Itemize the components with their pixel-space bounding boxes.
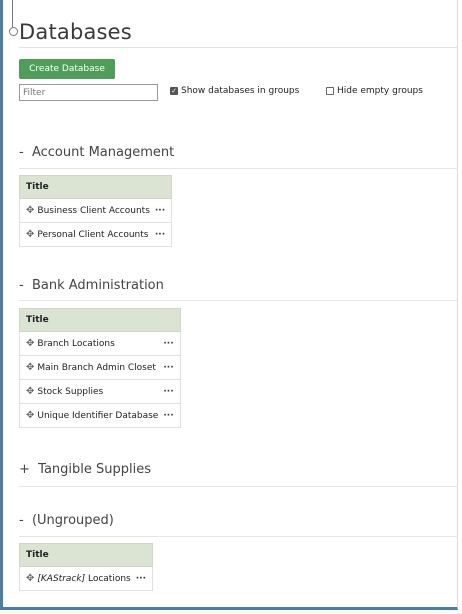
table-row[interactable]: ✥ [KAStrack] Locations ··· (19, 566, 153, 591)
database-title[interactable]: Unique Identifier Database (37, 411, 158, 421)
group-name: Account Management (31, 145, 175, 160)
create-database-button[interactable]: Create Database (19, 59, 115, 79)
group-toggle[interactable]: - (19, 278, 24, 293)
database-title[interactable]: Main Branch Admin Closet (37, 363, 156, 373)
column-header-title[interactable]: Title (19, 543, 153, 567)
table-row[interactable]: ✥ Unique Identifier Database ··· (19, 403, 181, 428)
database-title[interactable]: Branch Locations (37, 339, 114, 349)
group-header-bank-administration[interactable]: - Bank Administration (19, 278, 164, 293)
database-prefix: [KAStrack] (37, 574, 86, 584)
move-handle-icon[interactable]: ✥ (26, 410, 34, 421)
show-groups-checkbox[interactable]: ✓ (170, 87, 178, 95)
more-options-icon[interactable]: ··· (136, 574, 146, 584)
more-options-icon[interactable]: ··· (163, 363, 173, 373)
group-header-tangible-supplies[interactable]: + Tangible Supplies (19, 462, 151, 477)
title-connector-knob (9, 27, 18, 36)
move-handle-icon[interactable]: ✥ (26, 573, 34, 584)
table-row[interactable]: ✥ Main Branch Admin Closet ··· (19, 355, 181, 380)
table-row[interactable]: ✥ Stock Supplies ··· (19, 379, 181, 404)
move-handle-icon[interactable]: ✥ (26, 205, 34, 216)
show-groups-option[interactable]: ✓ Show databases in groups (170, 86, 299, 96)
group-name: (Ungrouped) (31, 513, 114, 528)
group-divider (19, 486, 458, 487)
more-options-icon[interactable]: ··· (155, 206, 165, 216)
database-table-bank-administration: Title ✥ Branch Locations ··· ✥ Main Branch… (19, 308, 181, 428)
database-title[interactable]: Business Client Accounts (37, 206, 150, 216)
move-handle-icon[interactable]: ✥ (26, 386, 34, 397)
column-header-title[interactable]: Title (18, 175, 173, 199)
group-header-ungrouped[interactable]: - (Ungrouped) (19, 513, 114, 528)
database-table-ungrouped: Title ✥ [KAStrack] Locations ··· (19, 543, 153, 591)
more-options-icon[interactable]: ··· (163, 339, 173, 349)
table-row[interactable]: ✥ Personal Client Accounts ··· (18, 222, 173, 247)
filter-input[interactable] (19, 84, 158, 101)
table-row[interactable]: ✥ Branch Locations ··· (19, 331, 181, 356)
database-title[interactable]: Locations (88, 574, 131, 584)
more-options-icon[interactable]: ··· (155, 230, 165, 240)
table-row[interactable]: ✥ Business Client Accounts ··· (18, 198, 173, 223)
group-toggle[interactable]: - (19, 513, 24, 528)
group-header-account-management[interactable]: - Account Management (19, 145, 174, 160)
page-title: Databases (19, 20, 132, 44)
group-divider (19, 168, 458, 169)
group-toggle[interactable]: - (19, 145, 24, 160)
move-handle-icon[interactable]: ✥ (26, 229, 34, 240)
hide-empty-option[interactable]: Hide empty groups (326, 86, 423, 96)
hide-empty-checkbox[interactable] (326, 87, 334, 95)
hide-empty-label: Hide empty groups (337, 86, 423, 96)
database-title[interactable]: Stock Supplies (37, 387, 103, 397)
more-options-icon[interactable]: ··· (163, 387, 173, 397)
move-handle-icon[interactable]: ✥ (26, 362, 34, 373)
title-divider (19, 47, 458, 48)
group-toggle[interactable]: + (19, 462, 30, 477)
group-name: Bank Administration (31, 278, 164, 293)
move-handle-icon[interactable]: ✥ (26, 338, 34, 349)
show-groups-label: Show databases in groups (181, 86, 300, 96)
more-options-icon[interactable]: ··· (163, 411, 173, 421)
database-table-account-management: Title ✥ Business Client Accounts ··· ✥ Per… (18, 175, 173, 247)
group-divider (19, 300, 458, 301)
group-divider (19, 536, 458, 537)
column-header-title[interactable]: Title (19, 308, 181, 332)
group-name: Tangible Supplies (38, 462, 152, 477)
title-connector-line (12, 0, 13, 28)
database-title[interactable]: Personal Client Accounts (37, 230, 148, 240)
